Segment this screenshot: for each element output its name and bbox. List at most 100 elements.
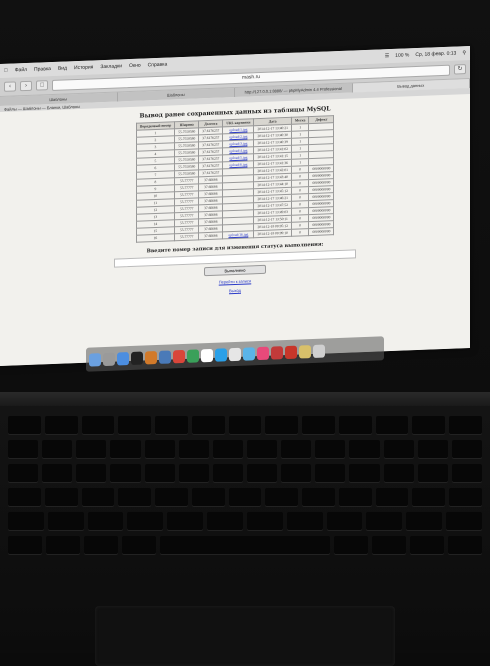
key[interactable] (383, 440, 414, 458)
key[interactable] (228, 416, 262, 434)
launchpad-icon[interactable] (103, 352, 115, 366)
key[interactable] (191, 488, 225, 506)
key[interactable] (246, 512, 283, 530)
key[interactable] (118, 416, 152, 434)
key[interactable] (286, 512, 323, 530)
key[interactable] (76, 464, 107, 482)
table-cell-url[interactable]: upload/16.jpg (222, 230, 254, 239)
key[interactable] (8, 464, 39, 482)
calendar-icon[interactable] (201, 348, 213, 362)
key[interactable] (412, 488, 446, 506)
clock[interactable]: Ср, 18 февр. 0:13 (415, 50, 456, 58)
menu-history[interactable]: История (74, 64, 93, 71)
menu-file[interactable]: Файл (15, 67, 27, 73)
key[interactable] (302, 488, 335, 506)
key[interactable] (44, 416, 78, 434)
menu-view[interactable]: Вид (58, 65, 67, 71)
key[interactable] (81, 416, 115, 434)
skype-icon[interactable] (215, 347, 227, 362)
maps-icon[interactable] (187, 348, 199, 363)
apple-icon[interactable]:  (4, 68, 8, 74)
key[interactable] (338, 416, 372, 434)
key[interactable] (8, 440, 39, 458)
safari-icon[interactable] (117, 351, 129, 366)
key[interactable] (451, 464, 482, 482)
key[interactable] (47, 512, 84, 530)
key[interactable] (375, 488, 409, 506)
back-button[interactable]: ‹ (4, 81, 16, 92)
key[interactable] (46, 536, 80, 554)
key[interactable] (375, 416, 409, 434)
key[interactable] (8, 416, 41, 434)
key[interactable] (8, 488, 41, 506)
key[interactable] (372, 536, 406, 554)
key[interactable] (302, 416, 335, 434)
search-icon[interactable]: ⚲ (462, 50, 466, 56)
music-icon[interactable] (257, 346, 269, 360)
complete-button[interactable]: Выполнено (204, 264, 266, 277)
key[interactable] (349, 464, 380, 482)
key[interactable] (383, 464, 414, 482)
share-icon[interactable]: □ (36, 80, 48, 91)
key[interactable] (246, 464, 278, 482)
key[interactable] (334, 536, 368, 554)
key[interactable] (155, 488, 188, 506)
key[interactable] (417, 464, 448, 482)
key[interactable] (410, 536, 444, 554)
key[interactable] (326, 512, 363, 530)
key[interactable] (265, 416, 299, 434)
key[interactable] (338, 488, 372, 506)
key[interactable] (178, 464, 209, 482)
key[interactable] (417, 440, 448, 458)
key[interactable] (144, 440, 175, 458)
wifi-icon[interactable]: ☰ (385, 53, 389, 59)
key[interactable] (8, 512, 44, 530)
key[interactable] (44, 488, 78, 506)
key[interactable] (87, 512, 124, 530)
key[interactable] (448, 536, 482, 554)
key[interactable] (212, 440, 243, 458)
forward-button[interactable]: › (20, 80, 32, 92)
key[interactable] (8, 536, 42, 554)
key[interactable] (118, 488, 152, 506)
key[interactable] (281, 440, 312, 458)
key[interactable] (315, 464, 346, 482)
terminal-icon[interactable] (131, 351, 143, 365)
clock-icon[interactable] (229, 347, 241, 361)
menu-edit[interactable]: Правка (34, 66, 51, 73)
key[interactable] (315, 440, 346, 458)
key[interactable] (42, 464, 73, 482)
menu-help[interactable]: Справка (148, 62, 168, 69)
key[interactable] (349, 440, 380, 458)
key[interactable] (246, 440, 278, 458)
filezilla-icon[interactable] (285, 345, 297, 359)
key[interactable] (122, 536, 156, 554)
preview-icon[interactable] (159, 349, 171, 364)
photo-booth-icon[interactable] (271, 345, 283, 360)
itunes-icon[interactable] (243, 346, 255, 361)
battery-status[interactable]: 100 % (395, 52, 409, 59)
key[interactable] (42, 440, 73, 458)
key[interactable] (144, 464, 175, 482)
key[interactable] (449, 488, 482, 506)
key[interactable] (449, 416, 482, 434)
key[interactable] (281, 464, 312, 482)
chrome-icon[interactable] (173, 349, 185, 363)
trash-icon[interactable] (313, 344, 325, 358)
key[interactable] (412, 416, 446, 434)
key[interactable] (178, 440, 209, 458)
finder-icon[interactable] (89, 352, 101, 367)
key[interactable] (84, 536, 118, 554)
key[interactable] (212, 464, 243, 482)
key[interactable] (406, 512, 443, 530)
menu-window[interactable]: Окно (129, 63, 141, 69)
key[interactable] (155, 416, 188, 434)
key[interactable] (207, 512, 243, 530)
key[interactable] (110, 464, 141, 482)
key[interactable] (110, 440, 141, 458)
key[interactable] (160, 536, 330, 554)
key[interactable] (451, 440, 482, 458)
trackpad[interactable] (95, 606, 395, 666)
key[interactable] (228, 488, 262, 506)
photos-icon[interactable] (145, 350, 157, 364)
